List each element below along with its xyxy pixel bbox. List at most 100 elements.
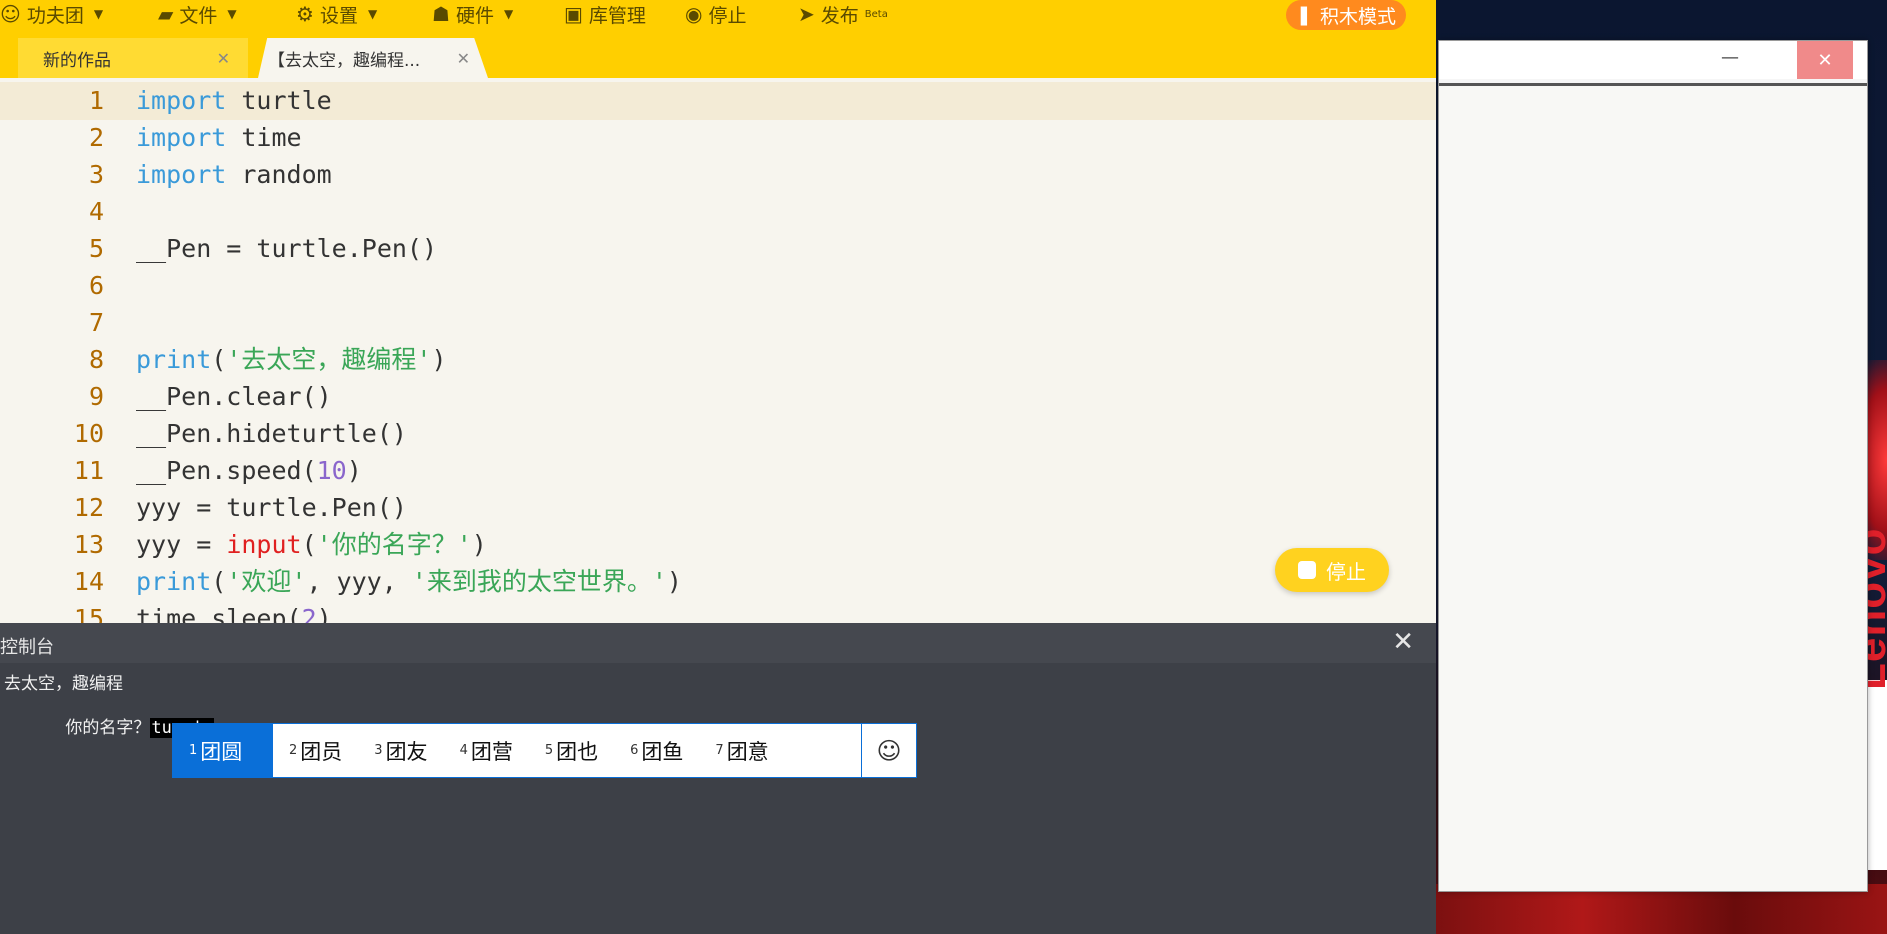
settings-menu[interactable]: ⚙ 设置 ▼ <box>296 2 378 27</box>
chevron-down-icon: ▼ <box>227 7 237 21</box>
chevron-down-icon: ▼ <box>93 7 104 21</box>
code-line: 4 <box>0 193 1436 230</box>
code-text: __Pen.hideturtle() <box>136 419 407 448</box>
code-text: import time <box>136 123 302 152</box>
tab-new-work[interactable]: 新的作品 ✕ <box>18 38 248 78</box>
line-number: 10 <box>73 419 104 448</box>
code-text: yyy = turtle.Pen() <box>136 493 407 522</box>
line-number: 7 <box>88 308 104 337</box>
code-line: 8 print('去太空，趣编程') <box>0 341 1436 378</box>
ide-window: ☺ 功夫团 ▼ ▰ 文件 ▼ ⚙ 设置 ▼ ☗ 硬件 ▼ ▣ 库管理 ◉ 停止 … <box>0 0 1436 934</box>
turtle-canvas[interactable] <box>1439 83 1867 891</box>
file-menu-label: 文件 <box>179 4 218 27</box>
code-line: 1 import turtle <box>0 82 1436 119</box>
code-line: 7 <box>0 304 1436 341</box>
line-number: 5 <box>88 234 104 263</box>
library-menu[interactable]: ▣ 库管理 <box>564 2 646 27</box>
app-menu[interactable]: ☺ 功夫团 ▼ <box>0 2 104 27</box>
menu-bar: ☺ 功夫团 ▼ ▰ 文件 ▼ ⚙ 设置 ▼ ☗ 硬件 ▼ ▣ 库管理 ◉ 停止 … <box>0 0 1436 30</box>
gear-icon: ⚙ <box>296 2 314 26</box>
app-logo-icon: ☺ <box>0 2 21 26</box>
stop-run-button[interactable]: 停止 <box>1275 548 1389 592</box>
code-line: 2 import time <box>0 119 1436 156</box>
code-line: 14 print('欢迎', yyy, '来到我的太空世界。') <box>0 563 1436 600</box>
console-prompt: 你的名字？ <box>65 718 151 738</box>
turtle-graphics-window: — ✕ <box>1438 40 1868 892</box>
line-number: 12 <box>73 493 104 522</box>
stop-run-label: 停止 <box>1326 559 1366 584</box>
blocks-icon: ❚ <box>1296 4 1312 26</box>
code-line: 15 time.sleep(2) <box>0 600 1436 623</box>
app-name: 功夫团 <box>26 4 84 27</box>
code-line: 5 __Pen = turtle.Pen() <box>0 230 1436 267</box>
console-panel: 控制台 ✕ 去太空，趣编程 你的名字？tuan'y <box>0 623 1436 934</box>
console-title: 控制台 <box>0 637 54 658</box>
block-mode-label: 积木模式 <box>1319 5 1396 28</box>
close-icon[interactable]: ✕ <box>217 49 230 68</box>
code-line: 3 import random <box>0 156 1436 193</box>
tab-bar: ⊡ 新的作品 ✕ 【去太空，趣编程... ✕ <box>0 38 1436 98</box>
tab-space-program[interactable]: 【去太空，趣编程... ✕ <box>258 38 488 78</box>
close-icon[interactable]: ✕ <box>457 49 470 68</box>
ime-candidate[interactable]: 3 团友 <box>358 724 443 777</box>
line-number: 14 <box>73 567 104 596</box>
code-line: 12 yyy = turtle.Pen() <box>0 489 1436 526</box>
code-editor[interactable]: 1 import turtle 2 import time 3 import r… <box>0 78 1436 623</box>
folder-icon: ▰ <box>158 2 174 26</box>
code-text: import turtle <box>136 86 332 115</box>
code-line: 6 <box>0 267 1436 304</box>
console-output-line: 去太空，趣编程 <box>4 674 123 694</box>
beta-badge: Beta <box>864 8 888 20</box>
code-line: 13 yyy = input('你的名字？') <box>0 526 1436 563</box>
chevron-down-icon: ▼ <box>503 7 514 21</box>
hardware-menu[interactable]: ☗ 硬件 ▼ <box>432 2 514 27</box>
robot-icon: ☗ <box>432 2 450 26</box>
line-number: 6 <box>88 271 104 300</box>
line-number: 2 <box>88 123 104 152</box>
turtle-window-titlebar[interactable]: — ✕ <box>1439 41 1867 79</box>
block-mode-button[interactable]: ❚ 积木模式 <box>1286 0 1406 30</box>
code-line: 10 __Pen.hideturtle() <box>0 415 1436 452</box>
close-icon[interactable]: ✕ <box>1392 627 1414 657</box>
close-icon[interactable]: ✕ <box>1797 41 1853 79</box>
chevron-down-icon: ▼ <box>367 7 378 21</box>
stop-menu[interactable]: ◉ 停止 <box>685 2 747 27</box>
ime-candidate[interactable]: 2 团员 <box>273 724 358 777</box>
code-text: yyy = input('你的名字？') <box>136 530 487 559</box>
console-header: 控制台 ✕ <box>0 623 1436 663</box>
stop-circle-icon: ◉ <box>685 2 703 26</box>
code-line: 9 __Pen.clear() <box>0 378 1436 415</box>
publish-menu[interactable]: ➤ 发布 Beta <box>798 2 888 27</box>
minimize-icon[interactable]: — <box>1721 47 1739 68</box>
stop-square-icon <box>1298 561 1316 579</box>
line-number: 13 <box>73 530 104 559</box>
hardware-menu-label: 硬件 <box>455 4 494 27</box>
inbox-icon: ▣ <box>564 2 583 26</box>
code-text: __Pen = turtle.Pen() <box>136 234 438 263</box>
settings-menu-label: 设置 <box>319 4 358 27</box>
send-icon: ➤ <box>798 2 815 26</box>
code-text: print('欢迎', yyy, '来到我的太空世界。') <box>136 567 682 596</box>
ime-candidate[interactable]: 1 团圆 <box>173 724 273 777</box>
line-number: 3 <box>88 160 104 189</box>
code-line: 11 __Pen.speed(10) <box>0 452 1436 489</box>
file-menu[interactable]: ▰ 文件 ▼ <box>158 2 237 27</box>
publish-menu-label: 发布 <box>820 4 859 27</box>
line-number: 15 <box>73 604 104 623</box>
tab-label: 【去太空，趣编程... <box>268 50 421 71</box>
line-number: 8 <box>88 345 104 374</box>
code-text: __Pen.clear() <box>136 382 332 411</box>
stop-menu-label: 停止 <box>708 4 747 27</box>
line-number: 11 <box>73 456 104 485</box>
emoji-icon[interactable]: ☺ <box>861 724 916 777</box>
library-menu-label: 库管理 <box>588 4 646 27</box>
brand-strip <box>1868 680 1887 870</box>
ime-candidate-bar: 1 团圆 2 团员 3 团友 4 团营 5 团也 6 团鱼 7 团意 ☺ <box>172 723 917 778</box>
code-text: __Pen.speed(10) <box>136 456 362 485</box>
ime-candidate[interactable]: 6 团鱼 <box>614 724 699 777</box>
line-number: 9 <box>88 382 104 411</box>
code-text: import random <box>136 160 332 189</box>
ime-candidate[interactable]: 4 团营 <box>444 724 529 777</box>
ime-candidate[interactable]: 5 团也 <box>529 724 614 777</box>
ime-candidate[interactable]: 7 团意 <box>699 724 784 777</box>
